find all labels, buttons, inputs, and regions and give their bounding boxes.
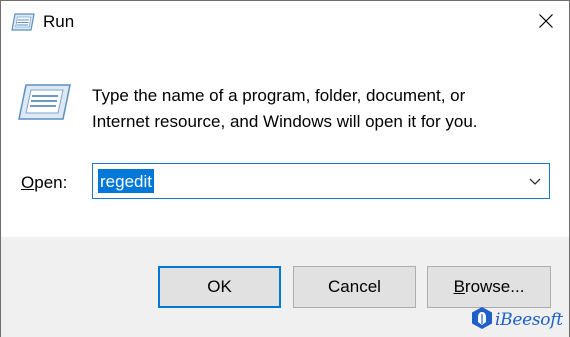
chevron-down-icon[interactable] bbox=[527, 173, 543, 189]
description-line: Internet resource, and Windows will open… bbox=[92, 112, 478, 131]
run-dialog-window: Run Type the name of a program, folder, … bbox=[0, 0, 570, 337]
window-title: Run bbox=[43, 12, 75, 31]
browse-button[interactable]: Browse... bbox=[427, 266, 551, 308]
close-icon bbox=[538, 13, 554, 34]
run-icon bbox=[17, 84, 71, 120]
browse-mnemonic: B bbox=[453, 277, 465, 296]
close-button[interactable] bbox=[523, 1, 569, 45]
watermark-text: iBeesoft bbox=[495, 310, 563, 330]
ok-button[interactable]: OK bbox=[158, 266, 281, 308]
dialog-description: Type the name of a program, folder, docu… bbox=[92, 83, 552, 135]
open-combobox[interactable]: regedit bbox=[92, 163, 550, 199]
cancel-button[interactable]: Cancel bbox=[293, 266, 416, 308]
ibeesoft-logo-icon bbox=[471, 306, 493, 335]
watermark: iBeesoft bbox=[471, 306, 563, 335]
open-label: Open: bbox=[21, 173, 67, 193]
description-line: Type the name of a program, folder, docu… bbox=[92, 86, 466, 105]
open-input[interactable]: regedit bbox=[98, 169, 154, 193]
open-label-text: pen: bbox=[34, 173, 68, 192]
browse-label: rowse... bbox=[464, 277, 525, 296]
run-icon bbox=[11, 13, 35, 31]
title-bar[interactable]: Run bbox=[1, 1, 569, 45]
open-label-mnemonic: O bbox=[21, 173, 35, 192]
